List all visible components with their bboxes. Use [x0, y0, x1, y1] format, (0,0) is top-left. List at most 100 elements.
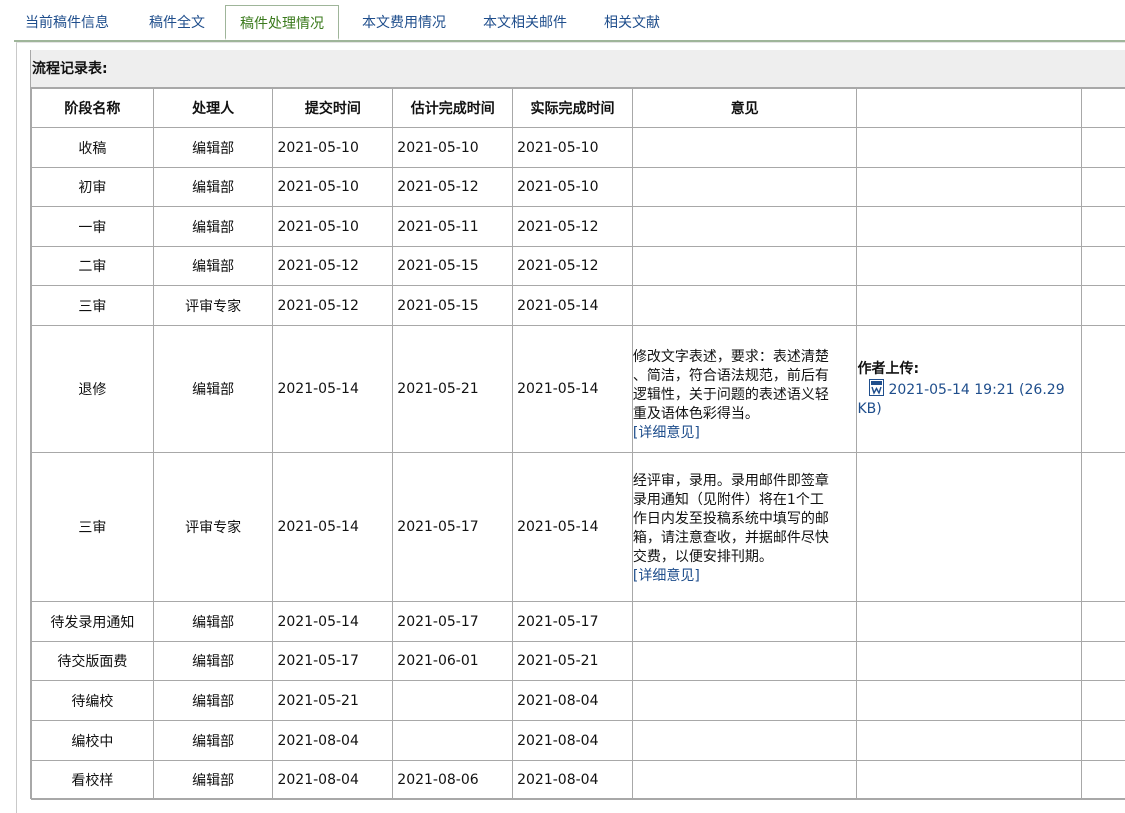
actual-cell: 2021-08-04	[513, 721, 633, 761]
actual-cell: 2021-05-12	[513, 247, 633, 286]
extra-cell	[1082, 286, 1125, 326]
submitted-cell: 2021-05-14	[273, 326, 393, 453]
actual-cell: 2021-05-10	[513, 168, 633, 207]
word-document-icon[interactable]	[869, 379, 884, 396]
stage-cell: 一审	[32, 207, 154, 247]
extra-cell	[1082, 453, 1125, 602]
stage-cell: 退修	[32, 326, 154, 453]
upload-cell	[857, 721, 1082, 761]
opinion-cell: 经评审，录用。录用邮件即签章 录用通知（见附件）将在1个工 作日内发至投稿系统中…	[632, 453, 857, 602]
submitted-cell: 2021-05-10	[273, 168, 393, 207]
flow-record-table: 阶段名称 处理人 提交时间 估计完成时间 实际完成时间 意见 收稿 编辑部 20…	[31, 88, 1125, 800]
extra-cell	[1082, 207, 1125, 247]
actual-cell: 2021-05-10	[513, 128, 633, 168]
table-row: 待发录用通知 编辑部 2021-05-14 2021-05-17 2021-05…	[32, 602, 1125, 642]
extra-cell	[1082, 642, 1125, 681]
actual-cell: 2021-05-14	[513, 326, 633, 453]
opinion-cell	[632, 642, 857, 681]
handler-cell: 编辑部	[153, 602, 273, 642]
estimated-cell	[393, 721, 513, 761]
table-row: 一审 编辑部 2021-05-10 2021-05-11 2021-05-12	[32, 207, 1125, 247]
opinion-line: 录用通知（见附件）将在1个工	[633, 491, 857, 510]
column-header-handler: 处理人	[153, 89, 273, 128]
flow-record-panel: 流程记录表: 阶段名称 处理人 提交时间 估计完成时间 实际完成时间 意见 收稿…	[30, 50, 1125, 799]
submitted-cell: 2021-05-14	[273, 453, 393, 602]
handler-cell: 编辑部	[153, 681, 273, 721]
column-header-submitted: 提交时间	[273, 89, 393, 128]
extra-cell	[1082, 681, 1125, 721]
stage-cell: 初审	[32, 168, 154, 207]
extra-cell	[1082, 128, 1125, 168]
table-row: 待交版面费 编辑部 2021-05-17 2021-06-01 2021-05-…	[32, 642, 1125, 681]
detail-opinion-link[interactable]: [详细意见]	[633, 567, 857, 586]
handler-cell: 评审专家	[153, 286, 273, 326]
upload-cell	[857, 207, 1082, 247]
submitted-cell: 2021-05-10	[273, 207, 393, 247]
handler-cell: 编辑部	[153, 761, 273, 800]
table-row: 三审 评审专家 2021-05-12 2021-05-15 2021-05-14	[32, 286, 1125, 326]
table-header-row: 阶段名称 处理人 提交时间 估计完成时间 实际完成时间 意见	[32, 89, 1125, 128]
detail-opinion-link[interactable]: [详细意见]	[633, 424, 857, 443]
estimated-cell: 2021-05-12	[393, 168, 513, 207]
tab-related-references[interactable]: 相关文献	[604, 5, 660, 40]
upload-cell	[857, 681, 1082, 721]
table-row: 待编校 编辑部 2021-05-21 2021-08-04	[32, 681, 1125, 721]
estimated-cell	[393, 681, 513, 721]
opinion-cell	[632, 286, 857, 326]
estimated-cell: 2021-05-15	[393, 286, 513, 326]
estimated-cell: 2021-06-01	[393, 642, 513, 681]
opinion-cell	[632, 207, 857, 247]
stage-cell: 三审	[32, 453, 154, 602]
handler-cell: 评审专家	[153, 453, 273, 602]
extra-cell	[1082, 602, 1125, 642]
submitted-cell: 2021-05-14	[273, 602, 393, 642]
actual-cell: 2021-08-04	[513, 681, 633, 721]
actual-cell: 2021-05-17	[513, 602, 633, 642]
uploaded-file-size[interactable]: KB)	[857, 400, 1081, 419]
upload-cell	[857, 642, 1082, 681]
submitted-cell: 2021-05-21	[273, 681, 393, 721]
tab-full-text[interactable]: 稿件全文	[149, 5, 205, 40]
upload-cell	[857, 453, 1082, 602]
estimated-cell: 2021-05-11	[393, 207, 513, 247]
submitted-cell: 2021-05-10	[273, 128, 393, 168]
submitted-cell: 2021-05-12	[273, 247, 393, 286]
stage-cell: 收稿	[32, 128, 154, 168]
extra-cell	[1082, 168, 1125, 207]
estimated-cell: 2021-05-10	[393, 128, 513, 168]
tab-fees[interactable]: 本文费用情况	[362, 5, 446, 40]
handler-cell: 编辑部	[153, 168, 273, 207]
estimated-cell: 2021-05-21	[393, 326, 513, 453]
tab-processing-status[interactable]: 稿件处理情况	[225, 5, 339, 40]
opinion-cell	[632, 247, 857, 286]
submitted-cell: 2021-08-04	[273, 761, 393, 800]
table-row: 初审 编辑部 2021-05-10 2021-05-12 2021-05-10	[32, 168, 1125, 207]
submitted-cell: 2021-05-17	[273, 642, 393, 681]
estimated-cell: 2021-05-17	[393, 453, 513, 602]
opinion-cell	[632, 761, 857, 800]
estimated-cell: 2021-05-15	[393, 247, 513, 286]
column-header-actual: 实际完成时间	[513, 89, 633, 128]
opinion-line: 重及语体色彩得当。	[633, 405, 857, 424]
opinion-line: 箱，请注意查收，并据邮件尽快	[633, 529, 857, 548]
actual-cell: 2021-08-04	[513, 761, 633, 800]
tab-related-emails[interactable]: 本文相关邮件	[483, 5, 567, 40]
tab-manuscript-info[interactable]: 当前稿件信息	[25, 5, 109, 40]
handler-cell: 编辑部	[153, 642, 273, 681]
handler-cell: 编辑部	[153, 721, 273, 761]
upload-cell	[857, 128, 1082, 168]
extra-cell	[1082, 247, 1125, 286]
upload-cell	[857, 168, 1082, 207]
handler-cell: 编辑部	[153, 247, 273, 286]
actual-cell: 2021-05-14	[513, 453, 633, 602]
stage-cell: 二审	[32, 247, 154, 286]
table-row: 退修 编辑部 2021-05-14 2021-05-21 2021-05-14 …	[32, 326, 1125, 453]
opinion-line: 交费，以便安排刊期。	[633, 548, 857, 567]
upload-cell: 作者上传: 2021-05-14 19:21 (26.29 KB)	[857, 326, 1082, 453]
estimated-cell: 2021-05-17	[393, 602, 513, 642]
column-header-opinion: 意见	[632, 89, 857, 128]
opinion-line: 、简洁，符合语法规范，前后有	[633, 367, 857, 386]
opinion-cell	[632, 602, 857, 642]
uploaded-file-link[interactable]: 2021-05-14 19:21 (26.29	[888, 382, 1064, 398]
stage-cell: 待发录用通知	[32, 602, 154, 642]
